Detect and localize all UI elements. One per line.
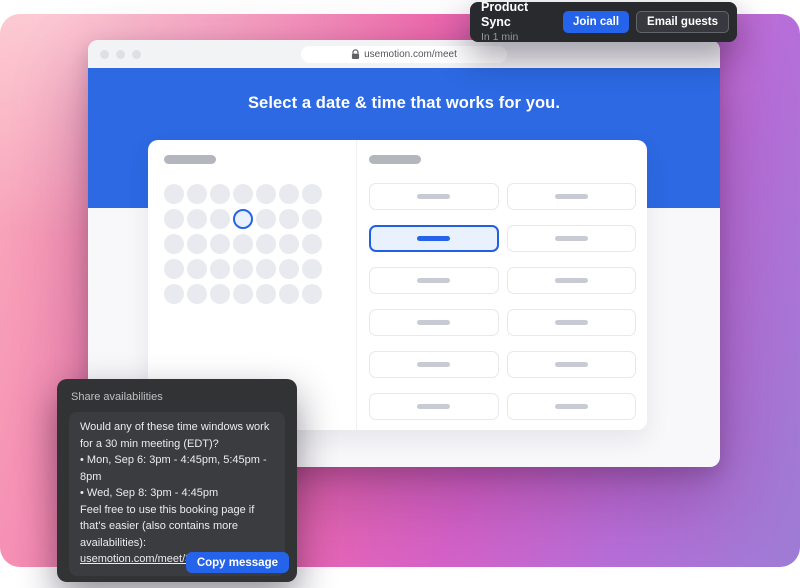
join-call-button[interactable]: Join call: [563, 11, 629, 33]
lock-icon: [351, 49, 360, 60]
calendar-day[interactable]: [233, 284, 253, 304]
calendar-day[interactable]: [210, 284, 230, 304]
calendar-day[interactable]: [279, 234, 299, 254]
timeslot-label-skeleton: [555, 404, 588, 409]
calendar-day[interactable]: [279, 259, 299, 279]
calendar-day[interactable]: [302, 234, 322, 254]
calendar-day[interactable]: [256, 184, 276, 204]
meeting-countdown: In 1 min: [481, 31, 556, 44]
timeslot-label-skeleton: [417, 362, 450, 367]
message-bullet-mon: • Mon, Sep 6: 3pm - 4:45pm, 5:45pm - 8pm: [80, 452, 274, 485]
timeslot-panel: [357, 140, 647, 430]
window-zoom-dot[interactable]: [132, 50, 141, 59]
window-controls: [100, 40, 141, 68]
calendar-day[interactable]: [256, 234, 276, 254]
timeslot-option[interactable]: [507, 225, 637, 252]
timeslot-option[interactable]: [507, 351, 637, 378]
calendar-day[interactable]: [302, 259, 322, 279]
calendar-day[interactable]: [302, 284, 322, 304]
calendar-heading-skeleton: [164, 155, 216, 164]
timeslot-label-skeleton: [555, 362, 588, 367]
timeslot-option-selected[interactable]: [369, 225, 499, 252]
timeslot-label-skeleton: [417, 404, 450, 409]
calendar-day[interactable]: [164, 184, 184, 204]
meeting-notification-card: Product Sync In 1 min Join call Email gu…: [470, 2, 737, 42]
timeslot-label-skeleton: [417, 236, 450, 241]
calendar-day[interactable]: [164, 259, 184, 279]
timeslot-option[interactable]: [369, 351, 499, 378]
copy-message-button[interactable]: Copy message: [186, 552, 289, 573]
timeslot-label-skeleton: [555, 278, 588, 283]
calendar-day[interactable]: [233, 184, 253, 204]
availability-message: Would any of these time windows work for…: [69, 412, 285, 576]
message-bullet-wed: • Wed, Sep 8: 3pm - 4:45pm: [80, 485, 274, 502]
timeslot-label-skeleton: [555, 320, 588, 325]
browser-titlebar: usemotion.com/meet: [88, 40, 720, 68]
meeting-title: Product Sync: [481, 0, 556, 31]
page-title: Select a date & time that works for you.: [88, 68, 720, 113]
calendar-day[interactable]: [187, 184, 207, 204]
timeslot-option[interactable]: [369, 267, 499, 294]
timeslot-grid: [369, 183, 636, 420]
calendar-day[interactable]: [210, 259, 230, 279]
timeslot-option[interactable]: [369, 183, 499, 210]
window-minimize-dot[interactable]: [116, 50, 125, 59]
calendar-day[interactable]: [164, 284, 184, 304]
calendar-day[interactable]: [302, 184, 322, 204]
share-card-footer: Copy message: [186, 552, 289, 573]
message-outro: Feel free to use this booking page if th…: [80, 502, 274, 552]
calendar-day[interactable]: [164, 209, 184, 229]
email-guests-button[interactable]: Email guests: [636, 11, 729, 33]
timeslot-label-skeleton: [417, 278, 450, 283]
calendar-day[interactable]: [164, 234, 184, 254]
calendar-day[interactable]: [302, 209, 322, 229]
timeslot-label-skeleton: [417, 320, 450, 325]
calendar-day-selected[interactable]: [233, 209, 253, 229]
calendar-day[interactable]: [233, 234, 253, 254]
timeslot-option[interactable]: [507, 183, 637, 210]
timeslot-label-skeleton: [417, 194, 450, 199]
calendar-day[interactable]: [210, 184, 230, 204]
timeslot-option[interactable]: [507, 267, 637, 294]
message-intro: Would any of these time windows work for…: [80, 419, 274, 452]
url-text: usemotion.com/meet: [364, 49, 457, 60]
calendar-day[interactable]: [233, 259, 253, 279]
timeslot-label-skeleton: [555, 194, 588, 199]
calendar-day[interactable]: [279, 184, 299, 204]
share-availabilities-card: Share availabilities Would any of these …: [57, 379, 297, 582]
timeslot-option[interactable]: [369, 393, 499, 420]
meeting-info: Product Sync In 1 min: [481, 0, 556, 44]
calendar-day[interactable]: [279, 284, 299, 304]
timeslot-option[interactable]: [507, 393, 637, 420]
share-card-title: Share availabilities: [71, 391, 283, 403]
window-close-dot[interactable]: [100, 50, 109, 59]
calendar-grid: [164, 184, 340, 304]
calendar-day[interactable]: [256, 259, 276, 279]
timeslot-label-skeleton: [555, 236, 588, 241]
timeslot-option[interactable]: [507, 309, 637, 336]
timeslot-option[interactable]: [369, 309, 499, 336]
calendar-day[interactable]: [210, 234, 230, 254]
calendar-day[interactable]: [187, 284, 207, 304]
calendar-day[interactable]: [279, 209, 299, 229]
calendar-day[interactable]: [187, 209, 207, 229]
calendar-day[interactable]: [210, 209, 230, 229]
timeslot-heading-skeleton: [369, 155, 421, 164]
calendar-day[interactable]: [187, 259, 207, 279]
calendar-day[interactable]: [256, 209, 276, 229]
calendar-day[interactable]: [256, 284, 276, 304]
address-bar[interactable]: usemotion.com/meet: [301, 46, 507, 63]
calendar-day[interactable]: [187, 234, 207, 254]
